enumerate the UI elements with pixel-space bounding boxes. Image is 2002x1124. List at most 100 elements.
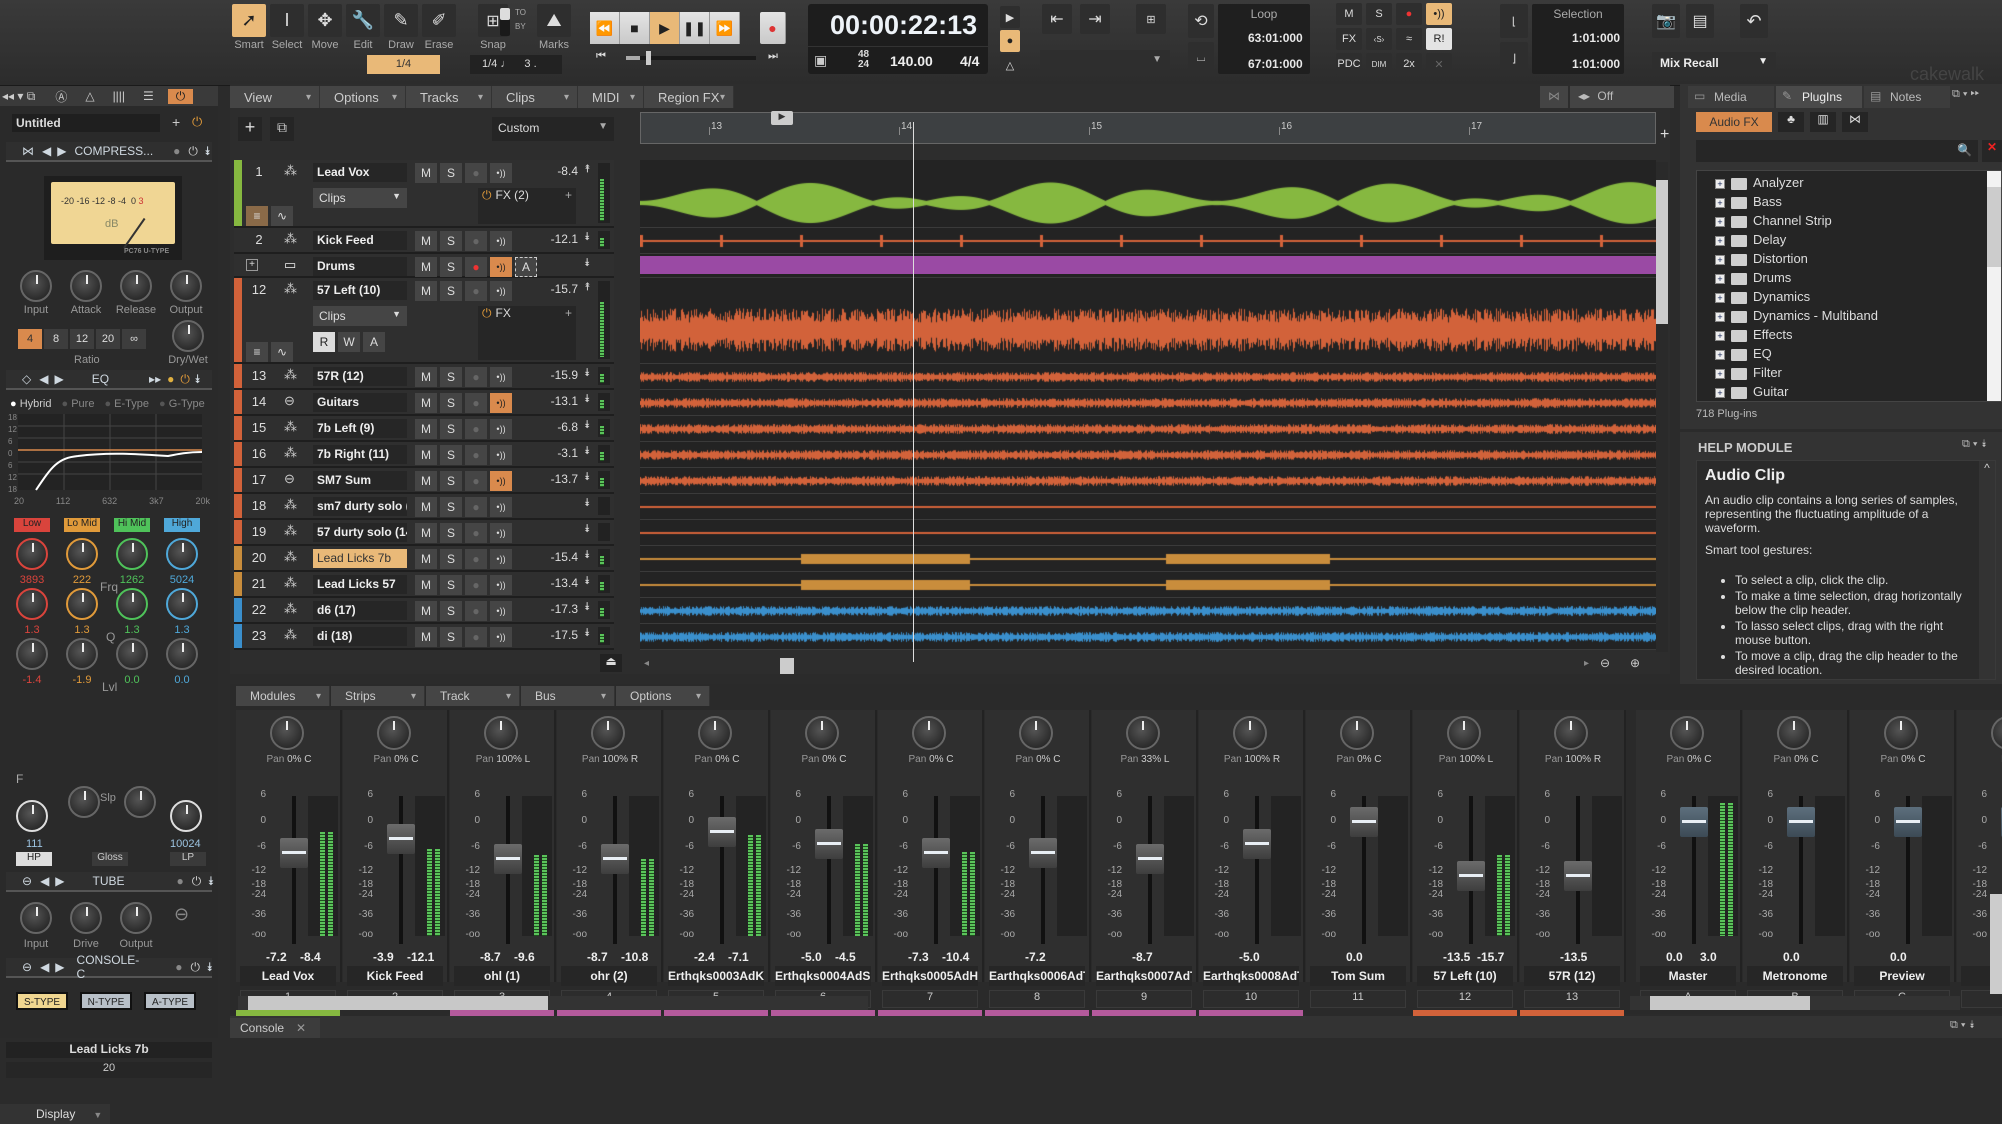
expand-icon[interactable]: +	[1715, 292, 1725, 303]
eq-band-lo-mid-toggle[interactable]: Lo Mid	[64, 518, 100, 532]
eq-header[interactable]: ◇ ◀ ▶ EQ ▸▸ ● ⏻ ⯯	[6, 370, 212, 390]
console-type-button[interactable]: A-TYPE	[144, 992, 196, 1010]
solo-override-button[interactable]: ‹S›	[1366, 28, 1392, 50]
play-from-icon[interactable]: ▶	[1000, 6, 1020, 28]
clip-lane[interactable]	[640, 546, 1656, 572]
plugin-folder[interactable]: + Drums	[1715, 270, 1975, 289]
strip-name[interactable]: Erthqks0003AdKc	[668, 966, 764, 986]
clip-lane[interactable]	[640, 494, 1656, 520]
zoom-out-icon[interactable]: ⊖	[1600, 656, 1610, 670]
now-slider[interactable]	[626, 51, 756, 65]
console-menu-track[interactable]: Track	[426, 686, 520, 706]
menu-region-fx[interactable]: Region FX	[644, 86, 734, 108]
fader-track[interactable]	[292, 796, 296, 944]
clip-lane[interactable]	[640, 228, 1656, 254]
selection-start[interactable]: 1:01:000	[1572, 31, 1620, 45]
pan-knob[interactable]	[912, 716, 946, 750]
comp-input-knob[interactable]	[20, 270, 52, 302]
console-menu-bus[interactable]: Bus	[521, 686, 615, 706]
fx-chains-icon[interactable]: ♣	[1778, 112, 1804, 132]
volume-value[interactable]: -7.2	[266, 950, 287, 964]
fader-track[interactable]	[934, 796, 938, 944]
go-to-start-icon[interactable]: ⏮	[596, 50, 606, 63]
volume-value[interactable]: -13.5	[1560, 950, 1587, 964]
volume-fader[interactable]	[494, 843, 522, 874]
record-arm-all-button[interactable]: ●	[1396, 3, 1422, 25]
record-mode-icon[interactable]: ●	[1000, 30, 1020, 52]
punch-in-icon[interactable]: ⇤	[1042, 4, 1072, 34]
tempo[interactable]: 140.00	[890, 53, 933, 69]
selection-end[interactable]: 1:01:000	[1572, 57, 1620, 71]
inspector-nav-icon[interactable]: ◂◂ ▾ ⧉	[2, 89, 35, 104]
plugin-folder[interactable]: + Analyzer	[1715, 175, 1975, 194]
now-marker-icon[interactable]: ▶	[771, 111, 793, 125]
menu-midi[interactable]: MIDI	[578, 86, 644, 108]
play-button[interactable]: ▶	[650, 12, 680, 44]
clip-lane[interactable]	[640, 278, 1656, 364]
hp-freq-knob[interactable]	[16, 800, 48, 832]
expand-icon[interactable]: +	[1715, 178, 1725, 189]
eq-lvl-knob[interactable]	[66, 638, 98, 670]
dim-button[interactable]: DIM	[1366, 53, 1392, 75]
strip-name[interactable]: Earthqks0008AdT	[1203, 966, 1299, 986]
expand-icon[interactable]: +	[1715, 368, 1725, 379]
eq-lvl-knob[interactable]	[166, 638, 198, 670]
pan-knob[interactable]	[1126, 716, 1160, 750]
tube-type-icon[interactable]: ⊖	[174, 904, 189, 925]
strip-name[interactable]: Master	[1640, 966, 1736, 986]
eq-q-knob[interactable]	[116, 588, 148, 620]
clip-lane[interactable]	[640, 572, 1656, 598]
strip-name[interactable]: ohl (1)	[454, 966, 550, 986]
undo-icon[interactable]: ↶	[1740, 4, 1768, 38]
volume-fader[interactable]	[280, 837, 308, 868]
volume-value[interactable]: -3.9	[373, 950, 394, 964]
peak-value[interactable]: -8.4	[300, 950, 321, 964]
next-icon[interactable]: ▶	[57, 144, 66, 158]
go-to-end-icon[interactable]: ⏭	[768, 50, 778, 63]
console-tab[interactable]: Console ✕	[230, 1018, 320, 1038]
console-menu-strips[interactable]: Strips	[331, 686, 425, 706]
volume-value[interactable]: -5.0	[1239, 950, 1260, 964]
expand-icon[interactable]: +	[1715, 254, 1725, 265]
strip-name[interactable]: Erthqks0005AdHi	[882, 966, 978, 986]
clip-lane[interactable]	[640, 416, 1656, 442]
waveform-tab-icon[interactable]: ||||	[113, 89, 125, 103]
volume-value[interactable]: -8.7	[587, 950, 608, 964]
eq-freq-knob[interactable]	[66, 538, 98, 570]
eq-freq-knob[interactable]	[16, 538, 48, 570]
menu-tracks[interactable]: Tracks	[406, 86, 492, 108]
vertical-scrollbar[interactable]	[1656, 162, 1668, 652]
horizontal-scrollbar[interactable]: ◂ ▸ ⊖ ⊕	[640, 656, 1650, 674]
audio-clip-waveform[interactable]	[640, 390, 1656, 416]
track-template-icon[interactable]: ⧉	[270, 117, 294, 141]
lp-button[interactable]: LP	[170, 852, 206, 866]
plugin-folder[interactable]: + EQ	[1715, 346, 1975, 365]
timeline-ruler[interactable]: ▶ 13 14 15 16 17	[640, 111, 1656, 144]
metronome-icon[interactable]: △	[1000, 54, 1020, 76]
peak-value[interactable]: -15.7	[1477, 950, 1504, 964]
strip-name[interactable]: Kick Feed	[347, 966, 443, 986]
eq-lvl-knob[interactable]	[16, 638, 48, 670]
record-button[interactable]: ●	[760, 12, 786, 44]
volume-fader[interactable]	[1136, 843, 1164, 874]
menu-options[interactable]: Options	[320, 86, 406, 108]
pan-knob[interactable]	[270, 716, 304, 750]
dock-options-icon[interactable]: ⧉ ▾ ⯯	[1950, 1019, 1975, 1032]
strip-name[interactable]: Tom Sum	[1310, 966, 1406, 986]
volume-fader[interactable]	[1243, 828, 1271, 859]
read-enable-button[interactable]: R!	[1426, 28, 1452, 50]
tool-resolution[interactable]: 1/4	[367, 55, 440, 74]
clear-search-icon[interactable]: ✕	[1982, 140, 2002, 162]
comp-release-knob[interactable]	[120, 270, 152, 302]
strip-name[interactable]: 57R (12)	[1524, 966, 1620, 986]
compressor-header[interactable]: ⋈ ◀ ▶ COMPRESS... ● ⏻ ⯯	[6, 142, 212, 162]
browser-tab-plugins[interactable]: ✎ PlugIns	[1776, 86, 1862, 108]
comp-output-knob[interactable]	[170, 270, 202, 302]
pan-knob[interactable]	[1447, 716, 1481, 750]
plugin-folder[interactable]: + Guitar	[1715, 384, 1975, 403]
eq-lvl-knob[interactable]	[116, 638, 148, 670]
zoom-in-icon[interactable]: ⊕	[1630, 656, 1640, 670]
fader-track[interactable]	[1255, 796, 1259, 944]
plugin-folder[interactable]: + Channel Strip	[1715, 213, 1975, 232]
eq-band-hi-mid-toggle[interactable]: Hi Mid	[114, 518, 150, 532]
